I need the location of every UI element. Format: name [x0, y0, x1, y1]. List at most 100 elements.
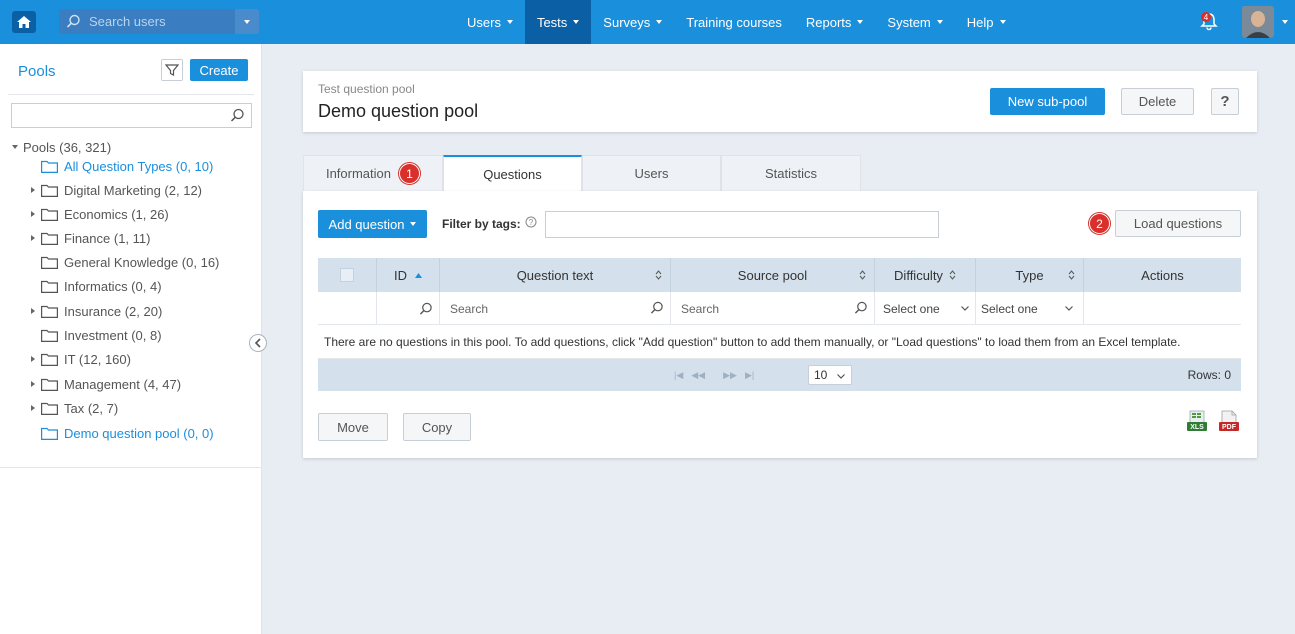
chevron-right-icon[interactable]: [31, 308, 35, 314]
type-select[interactable]: Select one: [976, 292, 1084, 325]
chevron-right-icon[interactable]: [31, 405, 35, 411]
chevron-right-icon[interactable]: [31, 381, 35, 387]
first-page-icon[interactable]: |◀: [674, 370, 683, 381]
tree-item-it[interactable]: IT (12, 160): [31, 348, 131, 370]
search-icon: [650, 301, 663, 314]
nav-system[interactable]: System: [875, 0, 954, 44]
column-question-text[interactable]: Question text: [440, 258, 671, 292]
empty-table-message: There are no questions in this pool. To …: [318, 325, 1241, 359]
avatar[interactable]: [1242, 6, 1274, 38]
folder-icon: [41, 329, 58, 342]
filter-by-tags-label: Filter by tags:: [442, 217, 521, 231]
load-questions-button[interactable]: Load questions: [1115, 210, 1241, 237]
help-circle-icon[interactable]: ?: [525, 216, 537, 231]
new-subpool-button[interactable]: New sub-pool: [990, 88, 1105, 115]
actions-filter-cell: [1084, 292, 1241, 325]
sort-icon: [949, 270, 956, 280]
column-difficulty[interactable]: Difficulty: [875, 258, 976, 292]
home-icon[interactable]: [12, 11, 36, 33]
chevron-right-icon[interactable]: [31, 235, 35, 241]
svg-text:?: ?: [529, 218, 534, 227]
chevron-down-icon: [506, 20, 513, 24]
create-button[interactable]: Create: [190, 59, 248, 81]
tree-item-management[interactable]: Management (4, 47): [31, 373, 181, 395]
select-all-checkbox[interactable]: [340, 268, 354, 282]
excel-export-icon[interactable]: XLS: [1187, 410, 1207, 432]
difficulty-select[interactable]: Select one: [875, 292, 976, 325]
tree-item-insurance[interactable]: Insurance (2, 20): [31, 300, 162, 322]
filter-button[interactable]: [161, 59, 183, 81]
page-size-select[interactable]: 10: [808, 365, 852, 385]
folder-icon: [41, 184, 58, 197]
copy-button[interactable]: Copy: [403, 413, 471, 441]
tree-item-economics[interactable]: Economics (1, 26): [31, 203, 169, 225]
chevron-right-icon[interactable]: [31, 187, 35, 193]
search-icon: [230, 108, 245, 126]
notification-bell-icon[interactable]: 4: [1198, 10, 1220, 32]
chevron-down-icon: [410, 222, 417, 226]
chevron-right-icon[interactable]: [31, 211, 35, 217]
tree-item-demo-question-pool[interactable]: Demo question pool (0, 0): [41, 422, 214, 444]
step-badge: 2: [1089, 213, 1110, 234]
collapse-sidebar-button[interactable]: [249, 334, 267, 352]
table-header: ID Question text Source pool Difficulty …: [318, 258, 1241, 292]
delete-button[interactable]: Delete: [1121, 88, 1194, 115]
main-menu: Users Tests Surveys Training courses Rep…: [455, 0, 1018, 44]
nav-help[interactable]: Help: [955, 0, 1018, 44]
folder-icon: [41, 160, 58, 173]
column-id[interactable]: ID: [377, 258, 440, 292]
move-button[interactable]: Move: [318, 413, 388, 441]
help-button[interactable]: ?: [1211, 88, 1239, 115]
table-pager: |◀ ◀◀ ▶▶ ▶| 10 Rows: 0: [318, 359, 1241, 391]
source-pool-search-input[interactable]: Search: [671, 292, 875, 325]
id-search-cell[interactable]: [377, 292, 440, 325]
top-navigation-bar: Search users Users Tests Surveys Trainin…: [0, 0, 1295, 44]
pdf-export-icon[interactable]: PDF: [1218, 410, 1239, 432]
tree-item-informatics[interactable]: Informatics (0, 4): [41, 275, 162, 297]
chevron-down-icon: [999, 20, 1006, 24]
nav-reports[interactable]: Reports: [794, 0, 876, 44]
tree-item-tax[interactable]: Tax (2, 7): [31, 397, 118, 419]
tab-questions[interactable]: Questions: [443, 155, 582, 191]
chevron-down-icon: [656, 20, 663, 24]
search-icon: [419, 302, 432, 315]
nav-users[interactable]: Users: [455, 0, 525, 44]
tab-statistics[interactable]: Statistics: [721, 155, 861, 191]
tree-item-finance[interactable]: Finance (1, 11): [31, 227, 150, 249]
last-page-icon[interactable]: ▶|: [745, 370, 754, 381]
search-icon: [854, 301, 867, 314]
prev-page-icon[interactable]: ◀◀: [691, 370, 705, 381]
chevron-down-icon: [573, 20, 580, 24]
question-text-search-input[interactable]: Search: [440, 292, 671, 325]
table-filter-row: Search Search Select one Select one: [318, 292, 1241, 325]
tree-item-general-knowledge[interactable]: General Knowledge (0, 16): [41, 251, 219, 273]
tree-item-investment[interactable]: Investment (0, 8): [41, 324, 162, 346]
chevron-down-icon: [1065, 306, 1073, 311]
search-icon: [66, 14, 81, 32]
chevron-down-icon[interactable]: [1282, 20, 1288, 24]
tab-information[interactable]: Information 1: [303, 155, 443, 191]
chevron-right-icon[interactable]: [31, 356, 35, 362]
tree-item-digital-marketing[interactable]: Digital Marketing (2, 12): [31, 179, 202, 201]
pool-header: Test question pool Demo question pool Ne…: [303, 71, 1257, 132]
search-dropdown-button[interactable]: [235, 9, 259, 34]
add-question-button[interactable]: Add question: [318, 210, 427, 238]
column-source-pool[interactable]: Source pool: [671, 258, 875, 292]
tree-item-all-question-types[interactable]: All Question Types (0, 10): [41, 155, 213, 177]
nav-training-courses[interactable]: Training courses: [674, 0, 794, 44]
next-page-icon[interactable]: ▶▶: [723, 370, 737, 381]
divider: [0, 467, 262, 468]
sort-icon: [655, 270, 662, 280]
column-type[interactable]: Type: [976, 258, 1084, 292]
page-subtitle: Test question pool: [318, 82, 415, 96]
tab-users[interactable]: Users: [582, 155, 721, 191]
user-search-box[interactable]: Search users: [59, 9, 259, 34]
chevron-down-icon[interactable]: [12, 145, 18, 149]
pool-search-input[interactable]: [11, 103, 252, 128]
search-input-placeholder: Search users: [89, 14, 166, 29]
rows-count: Rows: 0: [1187, 368, 1231, 382]
nav-surveys[interactable]: Surveys: [591, 0, 674, 44]
select-all-cell: [318, 258, 377, 292]
tag-filter-input[interactable]: [545, 211, 939, 238]
nav-tests[interactable]: Tests: [524, 0, 592, 44]
